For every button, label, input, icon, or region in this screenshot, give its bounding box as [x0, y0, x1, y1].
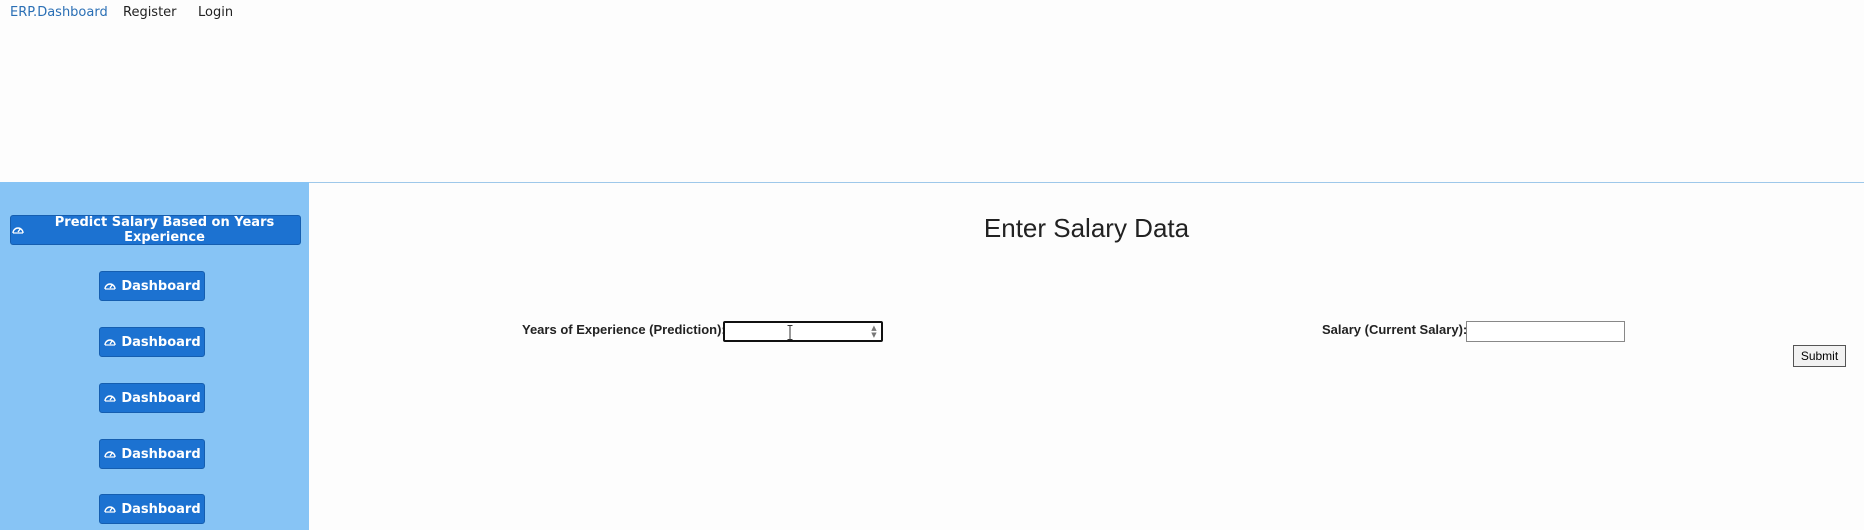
- dashboard-gauge-icon: [103, 391, 117, 405]
- nav-register-link[interactable]: Register: [123, 5, 177, 20]
- header-divider: [309, 182, 1864, 183]
- predict-salary-button[interactable]: Predict Salary Based on Years Experience: [10, 215, 301, 245]
- salary-label: Salary (Current Salary):: [1322, 322, 1468, 337]
- predict-salary-label: Predict Salary Based on Years Experience: [54, 215, 275, 245]
- sidebar-dashboard-button[interactable]: Dashboard: [99, 327, 205, 357]
- sidebar-dashboard-label: Dashboard: [121, 278, 201, 294]
- dashboard-gauge-icon: [11, 223, 25, 237]
- text-cursor-icon: [787, 325, 793, 340]
- sidebar-dashboard-label: Dashboard: [121, 446, 201, 462]
- page-title: Enter Salary Data: [983, 213, 1190, 243]
- sidebar-dashboard-button[interactable]: Dashboard: [99, 439, 205, 469]
- nav-login-link[interactable]: Login: [198, 5, 233, 20]
- sidebar-dashboard-label: Dashboard: [121, 334, 201, 350]
- sidebar-dashboard-button[interactable]: Dashboard: [99, 271, 205, 301]
- dashboard-gauge-icon: [103, 447, 117, 461]
- years-experience-label: Years of Experience (Prediction):: [522, 322, 726, 337]
- dashboard-gauge-icon: [103, 335, 117, 349]
- dashboard-gauge-icon: [103, 502, 117, 516]
- sidebar-dashboard-button[interactable]: Dashboard: [99, 383, 205, 413]
- sidebar-dashboard-label: Dashboard: [121, 501, 201, 517]
- brand-link[interactable]: ERP.Dashboard: [10, 5, 108, 20]
- submit-button[interactable]: Submit: [1793, 345, 1846, 367]
- salary-input[interactable]: [1466, 321, 1625, 342]
- top-navbar: ERP.Dashboard Register Login: [0, 0, 1864, 28]
- years-experience-input[interactable]: [723, 321, 883, 342]
- dashboard-gauge-icon: [103, 279, 117, 293]
- number-spinner[interactable]: ▲ ▼: [868, 323, 880, 340]
- spin-down-icon[interactable]: ▼: [871, 331, 876, 339]
- sidebar-dashboard-label: Dashboard: [121, 390, 201, 406]
- sidebar-dashboard-button[interactable]: Dashboard: [99, 494, 205, 524]
